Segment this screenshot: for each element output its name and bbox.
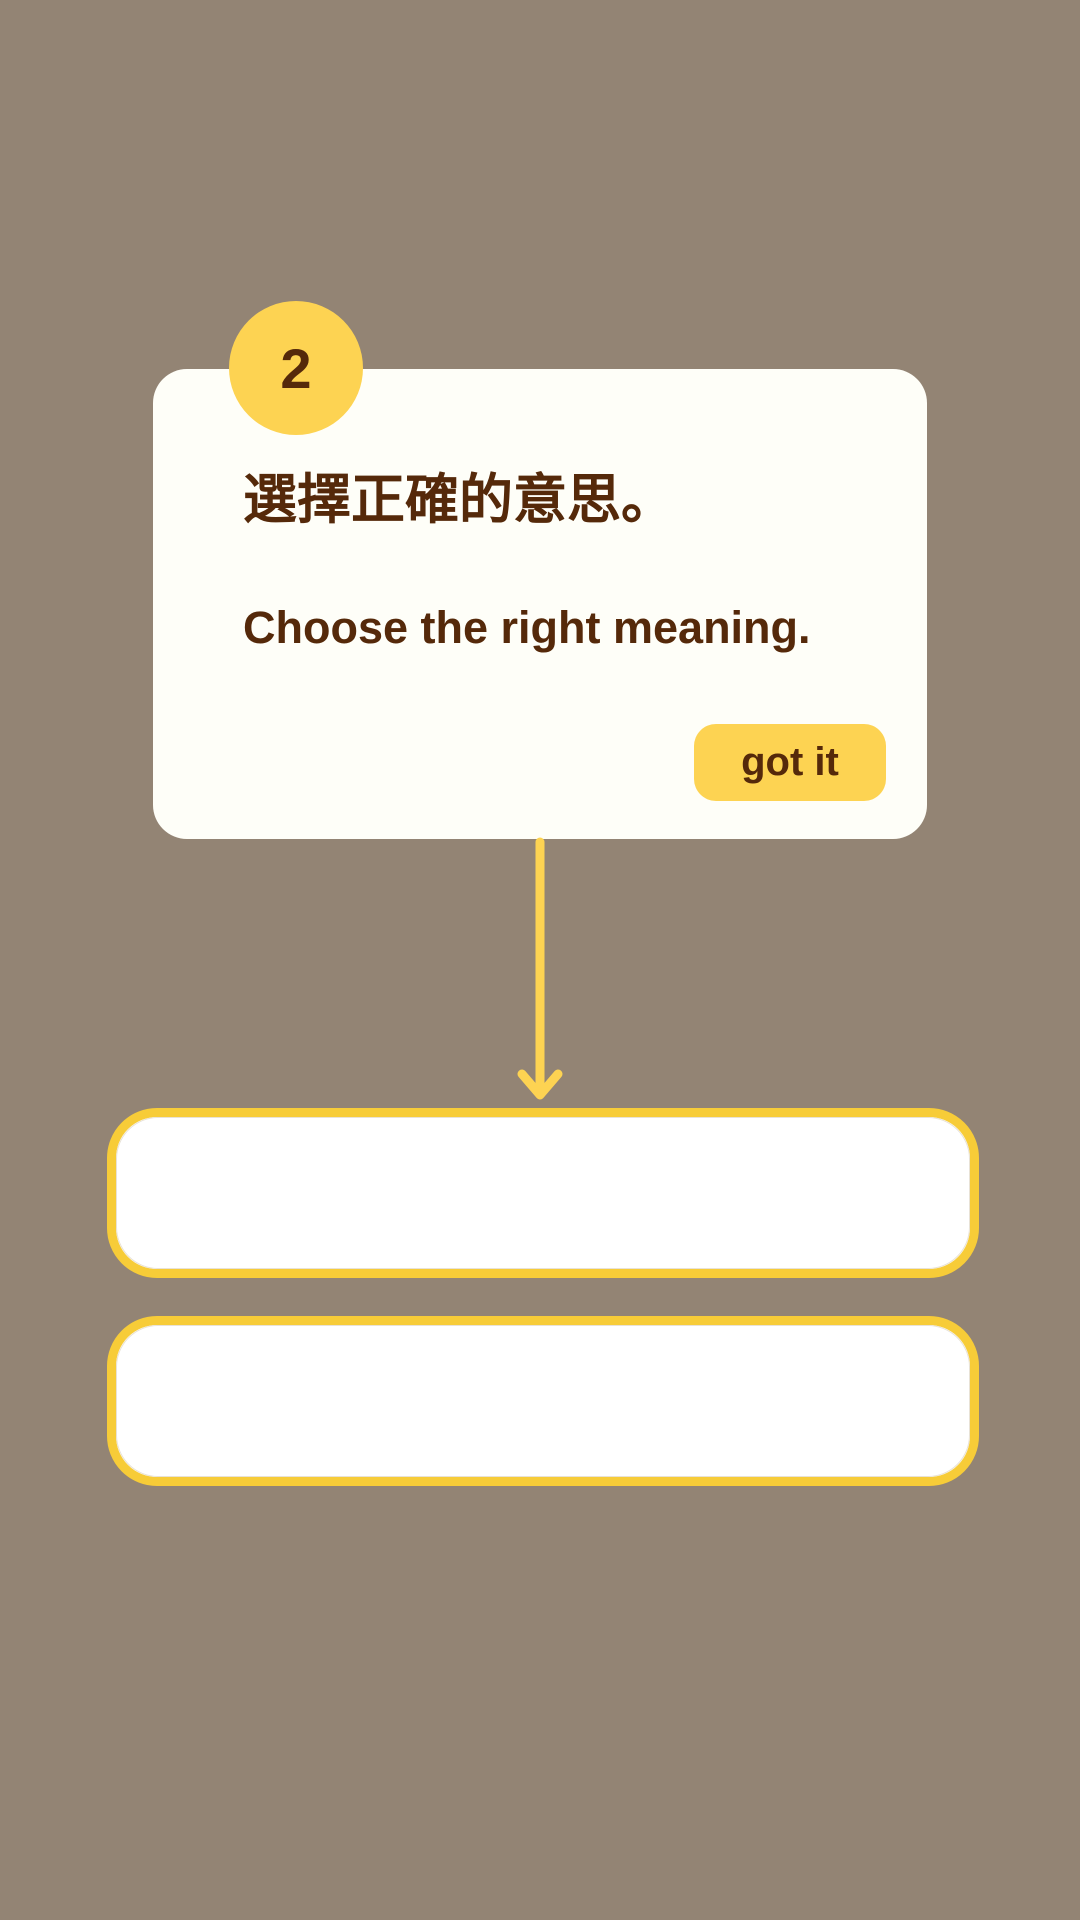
answer-option-1-label <box>116 1117 970 1269</box>
tooltip-title: 選擇正確的意思。 <box>243 468 675 531</box>
step-number: 2 <box>280 336 312 400</box>
tooltip-subtitle: Choose the right meaning. <box>243 602 811 653</box>
arrow-down-icon <box>517 837 563 1100</box>
got-it-button[interactable]: got it <box>694 724 886 801</box>
step-number-badge: 2 <box>229 301 363 435</box>
answer-option-2-label <box>116 1325 970 1477</box>
answer-option-2[interactable] <box>107 1316 979 1486</box>
answer-option-1[interactable] <box>107 1108 979 1278</box>
